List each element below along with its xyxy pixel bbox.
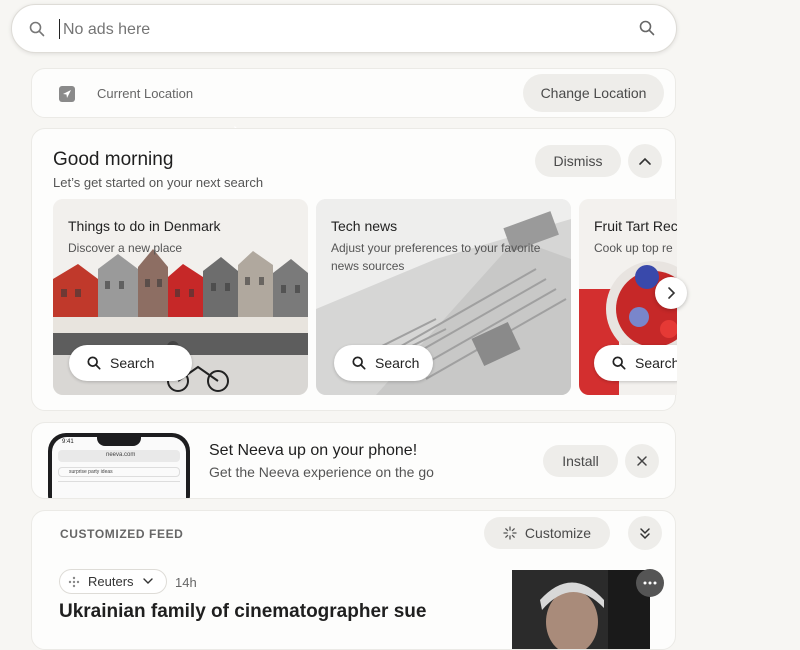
search-button-label: Search [375,355,420,371]
source-name: Reuters [88,574,134,589]
collapse-button[interactable] [628,144,662,178]
location-arrow-icon [59,86,75,102]
location-card: Current Location Change Location [31,68,676,118]
phone-time: 9:41 [62,439,74,445]
search-icon [352,356,366,370]
phone-promo-subtitle: Get the Neeva experience on the go [209,464,434,480]
customize-button[interactable]: Customize [484,517,610,549]
chevron-up-icon [639,157,651,165]
article-headline[interactable]: Ukrainian family of cinematographer sue [59,601,426,623]
dismiss-button[interactable]: Dismiss [535,145,621,177]
suggestion-title: Things to do in Denmark [68,218,221,234]
current-location-label: Current Location [97,86,194,101]
phone-mockup: 9:41 neeva.com surprise party ideas [48,433,190,498]
search-submit-icon[interactable] [639,20,655,36]
search-icon [612,356,626,370]
text-cursor [59,19,60,39]
carousel-next-button[interactable] [655,277,687,309]
search-button-label: Search [635,355,677,371]
sparkle-icon [503,526,517,540]
install-button[interactable]: Install [543,445,618,477]
suggestion-title: Tech news [331,218,398,234]
reuters-logo-icon [68,576,80,587]
more-options-button[interactable] [636,569,664,597]
suggestion-subtitle: Cook up top re [594,241,673,255]
chevron-right-icon [668,287,676,299]
source-chip[interactable]: Reuters [59,569,167,594]
collapse-feed-button[interactable] [628,516,662,550]
search-button-label: Search [110,355,155,371]
phone-promo-title: Set Neeva up on your phone! [209,442,418,459]
suggestion-search-button[interactable]: Search [69,345,192,381]
article-thumbnail[interactable] [512,570,650,650]
more-horizontal-icon [643,581,657,585]
phone-notch [97,437,141,446]
article-age: 14h [175,575,197,590]
search-input[interactable] [61,15,625,45]
phone-promo-card: 9:41 neeva.com surprise party ideas Set … [31,422,676,499]
phone-address-bar: neeva.com [58,450,180,462]
chevron-down-icon [142,578,153,584]
greeting-subtitle: Let’s get started on your next search [53,175,264,190]
feed-header: CUSTOMIZED FEED [60,527,184,541]
change-location-button[interactable]: Change Location [523,74,664,112]
suggestion-tile-denmark[interactable]: Things to do in Denmark Discover a new p… [53,199,308,395]
phone-url: neeva.com [106,452,136,458]
greeting-title: Good morning [53,149,174,170]
close-promo-button[interactable] [625,444,659,478]
phone-search-text: surprise party ideas [69,469,113,475]
customize-label: Customize [524,525,592,541]
suggestion-search-button[interactable]: Search [334,345,433,381]
suggestion-tile-tech-news[interactable]: Tech news Adjust your preferences to you… [316,199,571,395]
suggestion-subtitle: Discover a new place [68,241,183,255]
search-bar[interactable] [11,4,677,53]
suggestion-search-button[interactable]: Search [594,345,677,381]
search-icon [29,21,45,37]
close-icon [637,456,647,466]
double-chevron-down-icon [640,528,650,540]
suggestion-title: Fruit Tart Reci [594,218,677,234]
feed-card: CUSTOMIZED FEED Customize Reuters 14h Uk… [31,510,676,650]
suggestion-subtitle: Adjust your preferences to your favorite… [331,241,541,273]
search-icon [87,356,101,370]
